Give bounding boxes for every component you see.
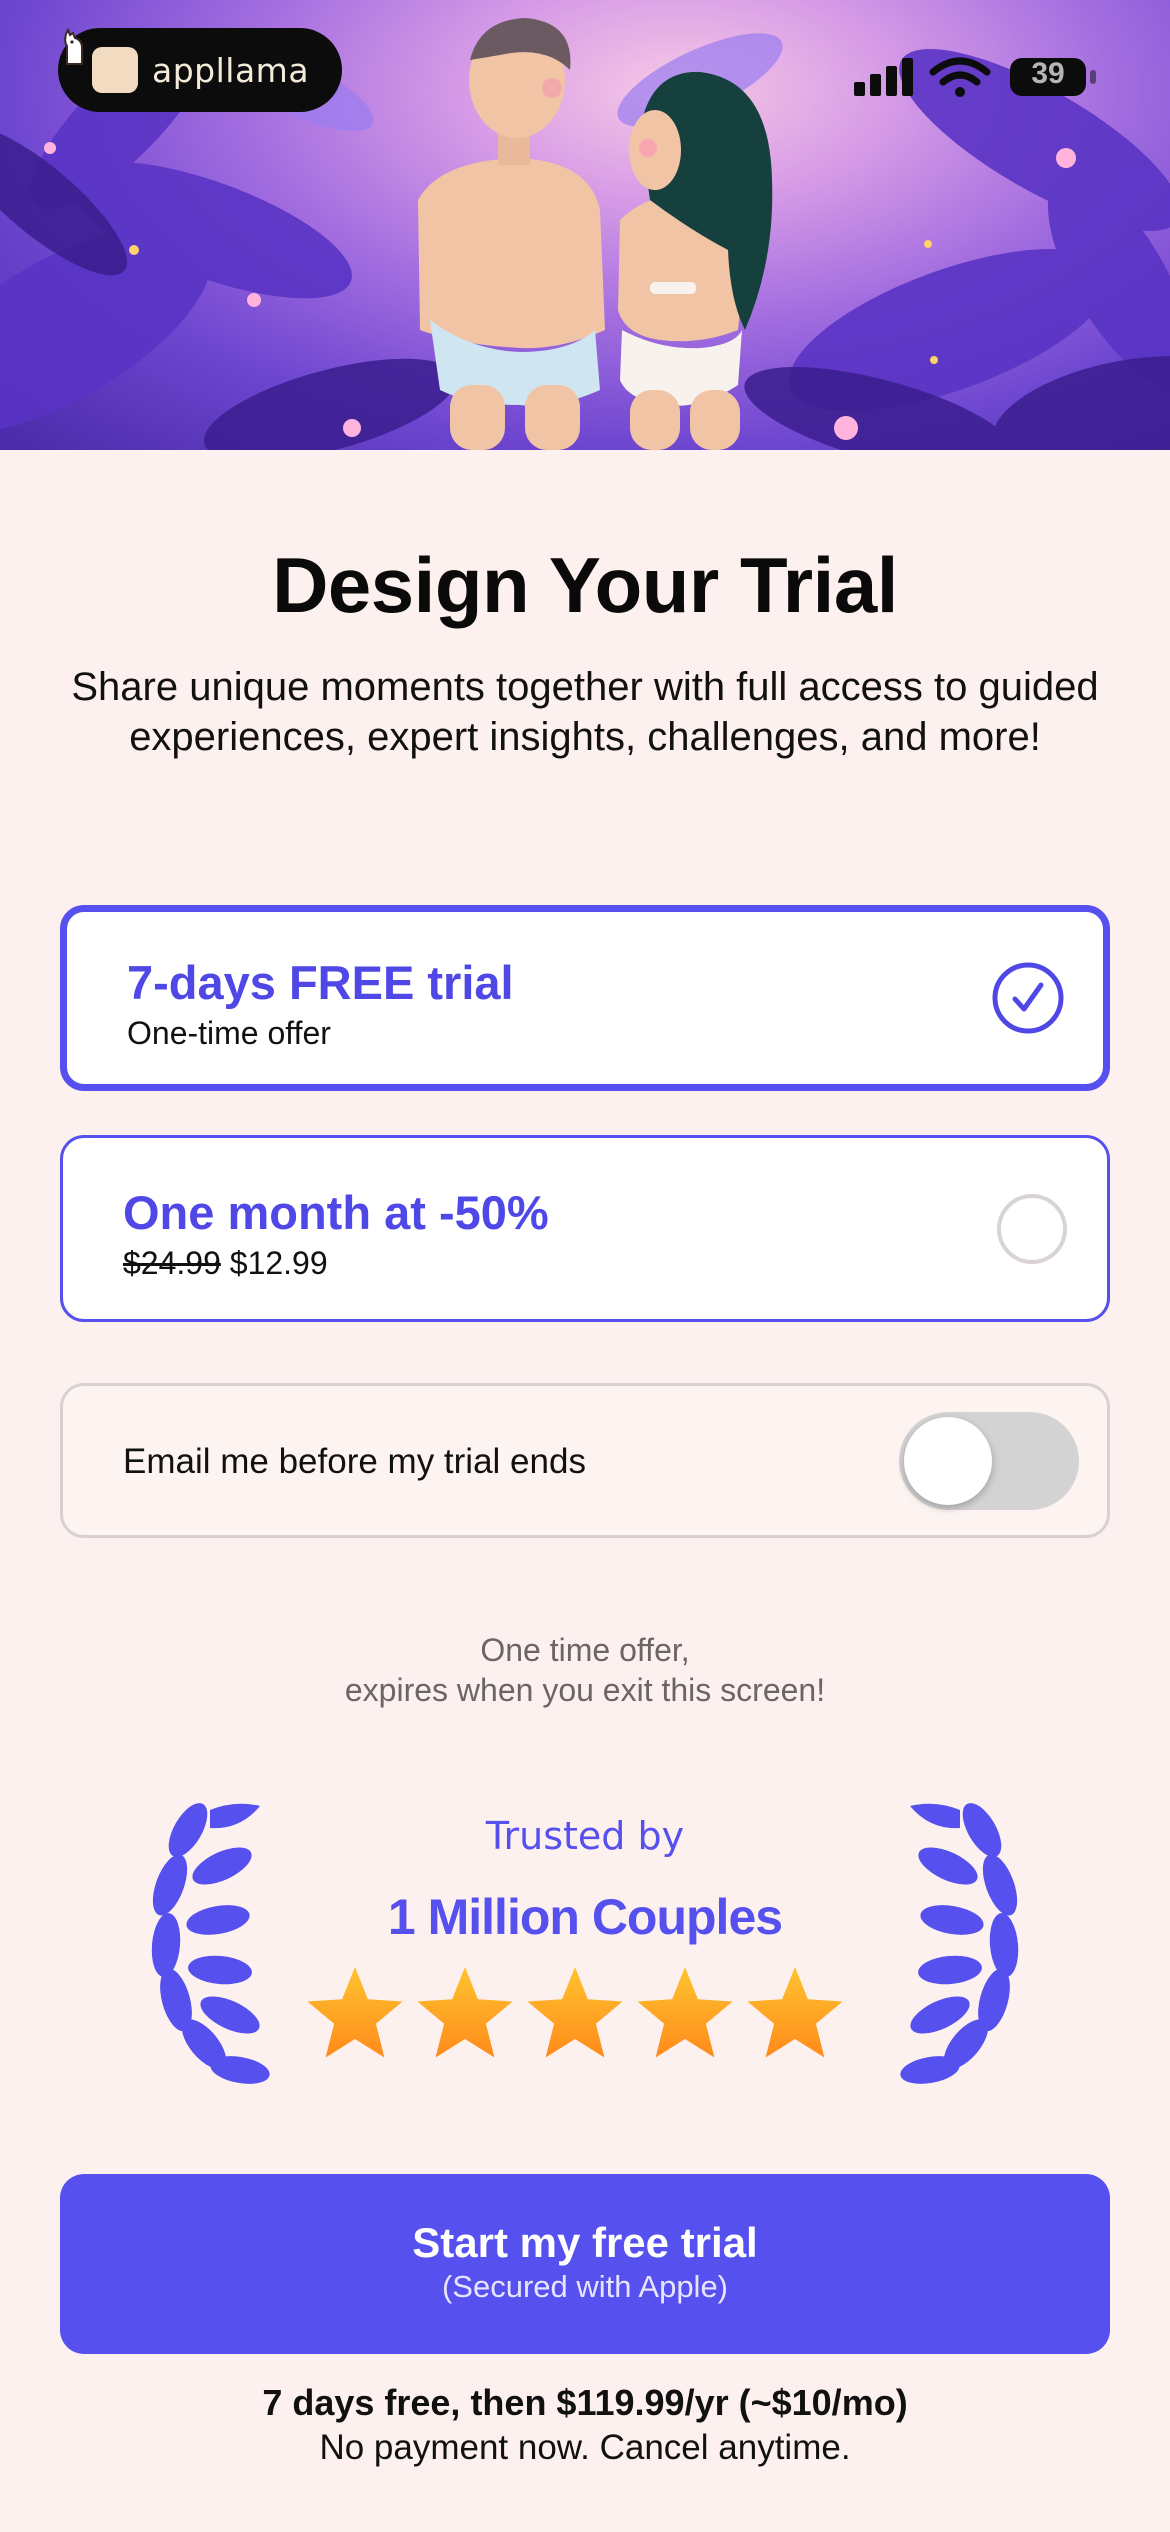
brand-badge: appllama [58, 28, 342, 112]
start-trial-button[interactable]: Start my free trial (Secured with Apple) [60, 2174, 1110, 2354]
star-icon [527, 1967, 623, 2058]
star-icon [747, 1967, 843, 2058]
status-bar: 39 [850, 52, 1150, 102]
star-icon [417, 1967, 513, 2058]
email-reminder-label: Email me before my trial ends [123, 1442, 586, 1481]
radio-unchecked-icon [997, 1193, 1067, 1264]
plan-option-free-trial[interactable]: 7-days FREE trial One-time offer [60, 905, 1110, 1091]
offer-note-line-1: One time offer, [480, 1632, 690, 1668]
email-reminder-toggle[interactable] [899, 1412, 1079, 1510]
plan-price: $24.99 $12.99 [123, 1244, 1107, 1282]
start-trial-sublabel: (Secured with Apple) [441, 2269, 729, 2304]
plan-subtitle: One-time offer [127, 1015, 331, 1051]
toggle-knob [904, 1417, 992, 1505]
rating-stars [307, 1967, 843, 2058]
email-reminder-row: Email me before my trial ends [60, 1383, 1110, 1538]
star-icon [307, 1967, 403, 2058]
new-price: $12.99 [229, 1245, 328, 1281]
offer-note: One time offer, expires when you exit th… [0, 1630, 1170, 1710]
radio-checked-icon [992, 962, 1064, 1034]
brand-name: appllama [152, 50, 310, 90]
offer-note-line-2: expires when you exit this screen! [344, 1672, 826, 1708]
cancel-note: No payment now. Cancel anytime. [319, 2428, 851, 2467]
page-subtitle: Share unique moments together with full … [71, 665, 1099, 759]
trust-badge: Trusted by 1 Million Couples [0, 1800, 1170, 2090]
pricing-terms: 7 days free, then $119.99/yr (~$10/mo) [262, 2382, 908, 2423]
llama-icon [64, 28, 138, 93]
wifi-icon [929, 57, 991, 97]
plan-title: 7-days FREE trial [127, 956, 514, 1009]
couples-count: 1 Million Couples [387, 1889, 783, 1945]
page-title: Design Your Trial [272, 541, 898, 629]
plan-option-monthly[interactable]: One month at -50% $24.99 $12.99 [60, 1135, 1110, 1322]
hero-illustration: appllama 39 [0, 0, 1170, 450]
cellular-signal-icon [854, 58, 913, 96]
old-price: $24.99 [123, 1245, 221, 1281]
start-trial-label: Start my free trial [412, 2219, 758, 2266]
plan-title: One month at -50% [123, 1186, 549, 1239]
trusted-by-label: Trusted by [485, 1814, 685, 1858]
battery-level: 39 [1031, 57, 1065, 90]
star-icon [637, 1967, 733, 2058]
